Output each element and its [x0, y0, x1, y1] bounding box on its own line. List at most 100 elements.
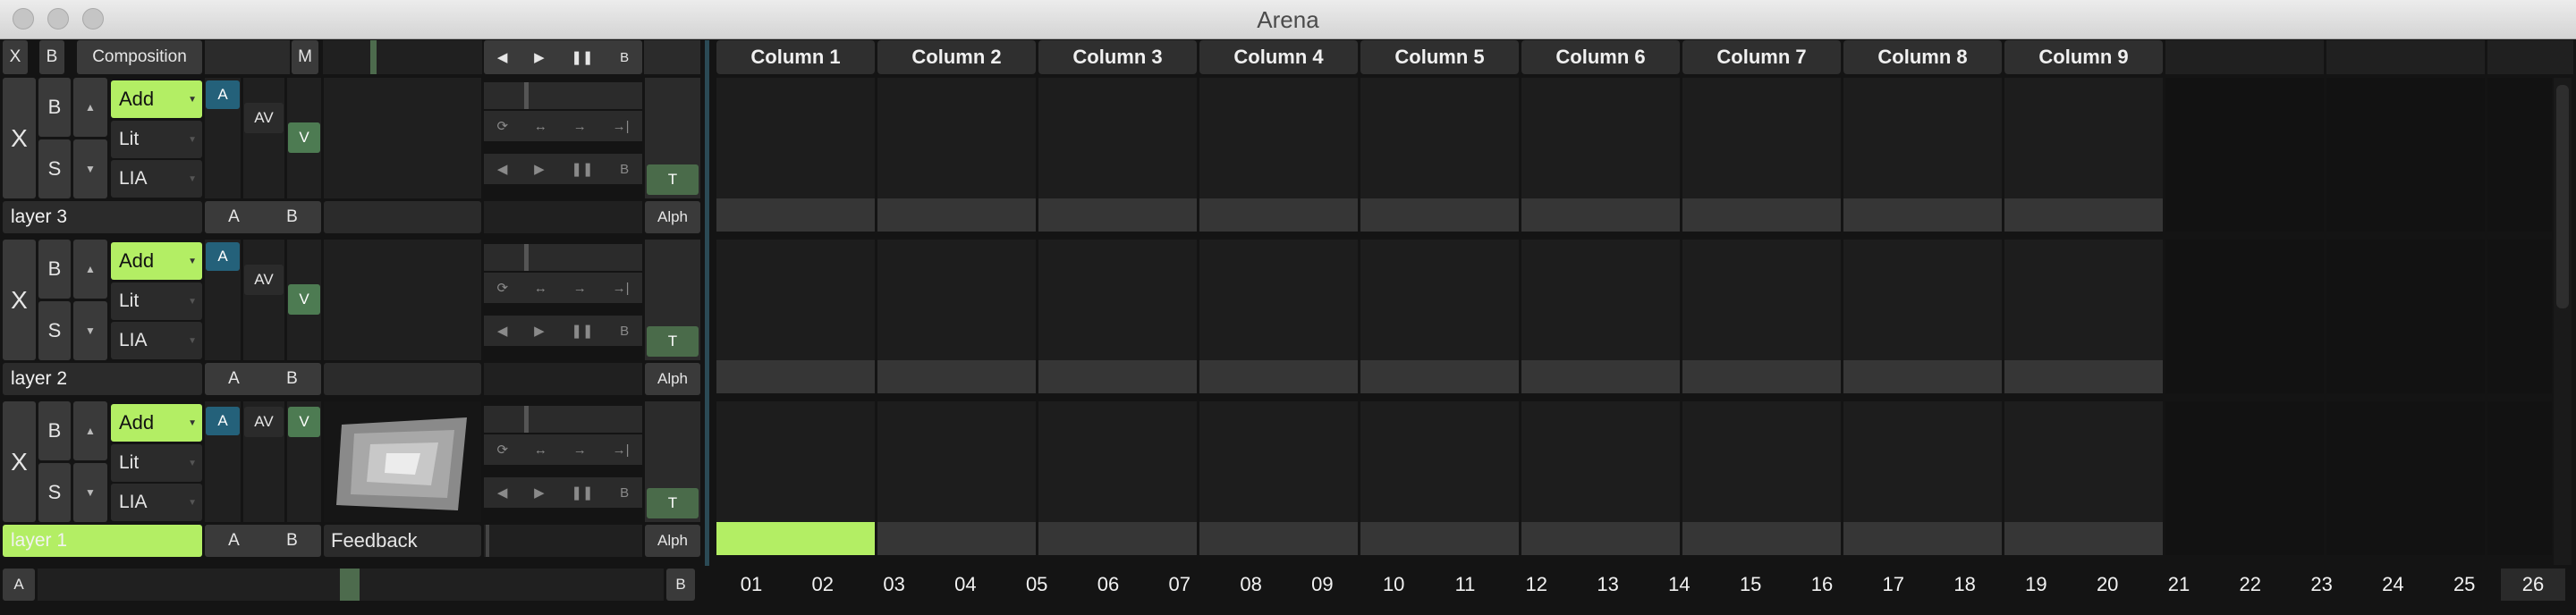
- master-m-button[interactable]: M: [292, 40, 318, 74]
- layer-transport-fader[interactable]: [484, 406, 642, 433]
- clip-slot-label[interactable]: [1521, 522, 1680, 555]
- deck-number[interactable]: 04: [930, 569, 1000, 601]
- clip-slot-label[interactable]: [1360, 360, 1519, 393]
- clip-slot-label[interactable]: [1682, 522, 1841, 555]
- clip-position[interactable]: [484, 201, 642, 233]
- deck-number[interactable]: 07: [1145, 569, 1215, 601]
- clip-slot[interactable]: [2326, 240, 2485, 393]
- column-5-tab[interactable]: Column 5: [1360, 40, 1519, 74]
- end-icon[interactable]: →|: [613, 442, 630, 458]
- layer-playback-controls[interactable]: ◀ ▶ ❚❚ B: [484, 316, 642, 346]
- layer-name[interactable]: layer 2: [3, 363, 202, 395]
- column-1-tab[interactable]: Column 1: [716, 40, 875, 74]
- alpha-button[interactable]: Alph: [645, 201, 700, 233]
- clip-slot-label[interactable]: [877, 360, 1036, 393]
- lia-dropdown[interactable]: LIA ▼: [111, 160, 202, 198]
- loop-icon[interactable]: ⟳: [496, 280, 508, 296]
- clip-slot[interactable]: [2487, 240, 2552, 393]
- composition-button[interactable]: Composition: [77, 40, 202, 74]
- clip-slot-label[interactable]: [877, 522, 1036, 555]
- alpha-button[interactable]: Alph: [645, 525, 700, 557]
- ab-b-button[interactable]: B: [286, 369, 298, 389]
- clip-slot-label[interactable]: [1843, 522, 2002, 555]
- master-fader[interactable]: [323, 40, 482, 74]
- column-4-tab[interactable]: Column 4: [1199, 40, 1358, 74]
- deck-number[interactable]: 21: [2144, 569, 2214, 601]
- lit-dropdown[interactable]: Lit ▼: [111, 121, 202, 158]
- deck-number[interactable]: 08: [1216, 569, 1286, 601]
- layer-solo-s-button[interactable]: S: [38, 463, 71, 522]
- clip-slot-label[interactable]: [2004, 360, 2163, 393]
- lia-dropdown[interactable]: LIA ▼: [111, 484, 202, 521]
- layer-solo-s-button[interactable]: S: [38, 301, 71, 360]
- pause-icon[interactable]: ❚❚: [571, 49, 593, 65]
- forward-icon[interactable]: →: [573, 281, 587, 296]
- layer-name[interactable]: layer 3: [3, 201, 202, 233]
- a-button[interactable]: A: [206, 242, 240, 271]
- prev-icon[interactable]: ◀: [497, 49, 508, 65]
- alpha-button[interactable]: Alph: [645, 363, 700, 395]
- clip-slot-label[interactable]: [1521, 198, 1680, 232]
- deck-number[interactable]: 10: [1359, 569, 1428, 601]
- layer-up-arrow-icon[interactable]: ▲: [73, 401, 107, 460]
- prev-icon[interactable]: ◀: [497, 323, 508, 339]
- bounce-icon[interactable]: B: [620, 50, 629, 65]
- loop-icon[interactable]: ⟳: [496, 118, 508, 134]
- layer-transport-fader[interactable]: [484, 244, 642, 271]
- transport-fader-handle[interactable]: [524, 406, 529, 433]
- layer-down-arrow-icon[interactable]: ▼: [73, 301, 107, 360]
- pause-icon[interactable]: ❚❚: [571, 484, 593, 501]
- deck-number[interactable]: 25: [2429, 569, 2499, 601]
- pause-icon[interactable]: ❚❚: [571, 323, 593, 339]
- t-button[interactable]: T: [647, 164, 699, 195]
- deck-number[interactable]: 20: [2072, 569, 2142, 601]
- a-button[interactable]: A: [206, 407, 240, 435]
- deck-number[interactable]: 18: [1930, 569, 2000, 601]
- blend-mode-dropdown[interactable]: Add ▼: [111, 404, 202, 442]
- clip-slot-label[interactable]: [716, 198, 875, 232]
- layer-direction-controls[interactable]: ⟳ ↔ → →|: [484, 273, 642, 303]
- prev-icon[interactable]: ◀: [497, 161, 508, 177]
- play-icon[interactable]: ▶: [534, 161, 545, 177]
- layer-direction-controls[interactable]: ⟳ ↔ → →|: [484, 434, 642, 465]
- layer-up-arrow-icon[interactable]: ▲: [73, 240, 107, 299]
- layer-clear-x-button[interactable]: X: [3, 401, 36, 522]
- deck-b-button[interactable]: B: [666, 569, 695, 601]
- end-icon[interactable]: →|: [613, 281, 630, 296]
- lit-dropdown[interactable]: Lit ▼: [111, 282, 202, 320]
- bounce-icon[interactable]: B: [620, 485, 629, 501]
- column-9-tab[interactable]: Column 9: [2004, 40, 2163, 74]
- scrollbar-thumb[interactable]: [2556, 85, 2569, 308]
- av-button[interactable]: AV: [244, 103, 284, 133]
- column-6-tab[interactable]: Column 6: [1521, 40, 1680, 74]
- layer-bypass-b-button[interactable]: B: [38, 240, 71, 299]
- clip-slot[interactable]: [2487, 78, 2552, 232]
- column-8-tab[interactable]: Column 8: [1843, 40, 2002, 74]
- forward-icon[interactable]: →: [573, 119, 587, 134]
- deck-number[interactable]: 23: [2287, 569, 2357, 601]
- deck-number[interactable]: 16: [1787, 569, 1857, 601]
- av-button[interactable]: AV: [244, 407, 284, 437]
- layer-down-arrow-icon[interactable]: ▼: [73, 139, 107, 198]
- bounce-icon[interactable]: B: [620, 324, 629, 339]
- ping-pong-icon[interactable]: ↔: [534, 442, 547, 458]
- deck-number[interactable]: 03: [860, 569, 929, 601]
- t-button[interactable]: T: [647, 488, 699, 518]
- clip-slot[interactable]: [2326, 401, 2485, 555]
- ab-a-button[interactable]: A: [228, 207, 240, 227]
- layer-name-selected[interactable]: layer 1: [3, 525, 202, 557]
- deck-number[interactable]: 19: [2001, 569, 2071, 601]
- deck-number[interactable]: 14: [1644, 569, 1714, 601]
- clip-slot-label[interactable]: [1038, 522, 1197, 555]
- t-button[interactable]: T: [647, 326, 699, 357]
- av-fader-track[interactable]: [243, 78, 284, 198]
- layer-down-arrow-icon[interactable]: ▼: [73, 463, 107, 522]
- deck-number[interactable]: 06: [1073, 569, 1143, 601]
- a-button[interactable]: A: [206, 80, 240, 109]
- clip-slot-label[interactable]: [716, 360, 875, 393]
- header-x-button[interactable]: X: [3, 40, 28, 74]
- layer-playback-controls[interactable]: ◀ ▶ ❚❚ B: [484, 477, 642, 508]
- v-button[interactable]: V: [288, 284, 320, 315]
- loop-icon[interactable]: ⟳: [496, 442, 508, 458]
- clip-position-handle[interactable]: [486, 525, 489, 557]
